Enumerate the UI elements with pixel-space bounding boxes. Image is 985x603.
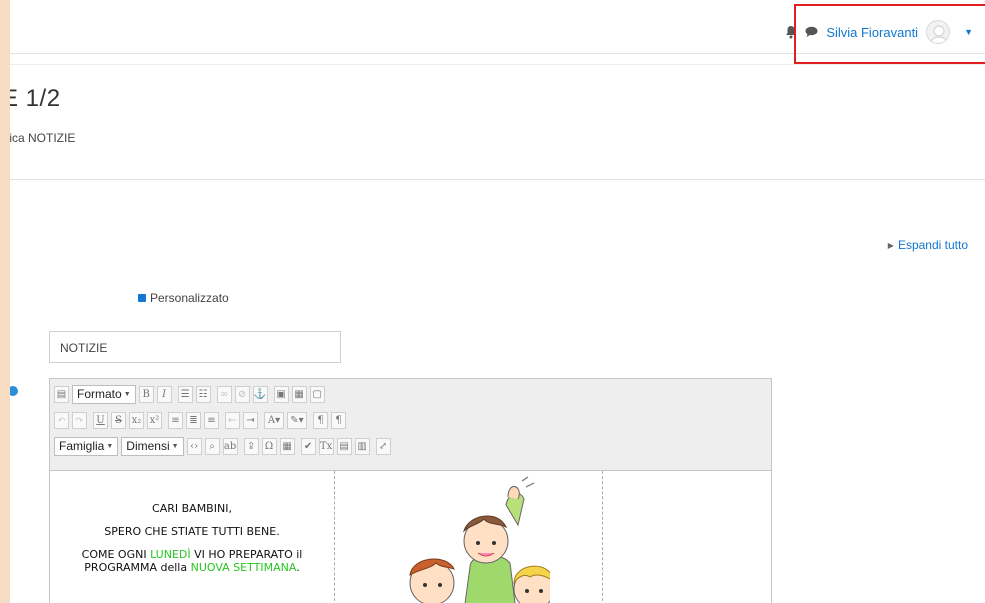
toolbar-toggle-icon[interactable]: ▤	[54, 385, 69, 403]
ltr-icon[interactable]: ¶	[313, 411, 328, 429]
undo-icon[interactable]: ↶	[54, 411, 69, 429]
custom-label: Personalizzato	[150, 291, 229, 305]
link-icon[interactable]: ∞	[216, 385, 232, 403]
manage-files-icon[interactable]: ▢	[309, 385, 325, 403]
bold-button[interactable]: B	[138, 385, 154, 403]
font-size-label: Dimensi	[126, 439, 170, 453]
help-icon[interactable]	[10, 386, 18, 396]
table-icon[interactable]: ▦	[279, 437, 295, 455]
letter-text: CARI BAMBINI, SPERO CHE STIATE TUTTI BEN…	[50, 503, 334, 585]
replace-icon[interactable]: ab	[222, 437, 238, 455]
toolbar-row-3: Famiglia ▼ Dimensi ▼ ‹› ⌕ ab ⇪ Ω ▦ ✔ Tx ▤ …	[54, 435, 767, 457]
anchor-icon[interactable]: ⚓	[252, 385, 268, 403]
media-icon[interactable]: ▦	[291, 385, 307, 403]
background-color-icon[interactable]: ✎▾	[287, 411, 307, 429]
numbered-list-icon[interactable]: ☷	[195, 385, 211, 403]
special-char-icon[interactable]: Ω	[261, 437, 277, 455]
superscript-button[interactable]: x²	[147, 411, 162, 429]
caret-right-icon: ▶	[887, 240, 894, 250]
format-label: Formato	[77, 387, 122, 401]
custom-checkbox[interactable]	[138, 294, 146, 302]
italic-button[interactable]: I	[156, 385, 172, 403]
avatar[interactable]	[926, 20, 951, 44]
letter-line: CARI BAMBINI,	[152, 502, 232, 515]
subscript-button[interactable]: x₂	[129, 411, 144, 429]
user-menu: Silvia Fioravanti ▼	[785, 20, 973, 44]
fullscreen-icon[interactable]: ⤢	[375, 437, 391, 455]
clear-format-icon[interactable]: Tx	[318, 437, 334, 455]
page-title: E 1/2	[10, 85, 61, 112]
toolbar-row-1: ▤ Formato ▼ B I ☰ ☷ ∞ ⊘ ⚓ ▣ ▦ ▢	[54, 383, 767, 405]
format-dropdown[interactable]: Formato ▼	[72, 384, 136, 404]
font-family-label: Famiglia	[59, 439, 105, 453]
section-name-input[interactable]: NOTIZIE	[49, 331, 341, 363]
find-icon[interactable]: ⌕	[204, 437, 220, 455]
top-navbar: Silvia Fioravanti ▼	[10, 8, 985, 54]
chevron-down-icon: ▼	[106, 442, 114, 450]
letter-line: COME OGNI LUNEDÌ VI HO PREPARATO il	[81, 548, 303, 561]
moodle-page: Silvia Fioravanti ▼ E 1/2 fica NOTIZIE ▶…	[10, 0, 985, 603]
chevron-down-icon: ▼	[171, 442, 179, 450]
font-size-dropdown[interactable]: Dimensi ▼	[121, 436, 184, 456]
underline-button[interactable]: U	[93, 411, 108, 429]
chat-icon[interactable]	[805, 26, 818, 38]
code-icon[interactable]: ‹›	[186, 437, 202, 455]
expand-all-link[interactable]: ▶ Espandi tutto	[888, 238, 968, 252]
font-family-dropdown[interactable]: Famiglia ▼	[54, 436, 119, 456]
expand-all-label: Espandi tutto	[897, 238, 968, 252]
rtl-icon[interactable]: ¶	[331, 411, 346, 429]
chevron-down-icon[interactable]: ▼	[964, 27, 973, 37]
redo-icon[interactable]: ↷	[72, 411, 87, 429]
align-left-icon[interactable]: ≡	[168, 411, 183, 429]
letter-line: SPERO CHE STIATE TUTTI BENE.	[104, 525, 280, 538]
table-divider	[334, 471, 335, 603]
font-color-icon[interactable]: A▾	[264, 411, 284, 429]
strikethrough-button[interactable]: S	[111, 411, 126, 429]
clean-icon[interactable]: ✔	[300, 437, 316, 455]
children-illustration	[370, 471, 555, 603]
toolbar-row-2: ↶ ↷ U S x₂ x² ≡ ≣ ≡ ⇤ ⇥ A▾ ✎▾ ¶ ¶	[54, 409, 767, 431]
custom-title-option[interactable]: Personalizzato	[138, 291, 229, 305]
editor-toolbar: ▤ Formato ▼ B I ☰ ☷ ∞ ⊘ ⚓ ▣ ▦ ▢ ↶ ↷ U S …	[50, 379, 771, 471]
indent-icon[interactable]: ⇥	[243, 411, 258, 429]
page-header: E 1/2 fica NOTIZIE	[10, 64, 985, 180]
align-right-icon[interactable]: ≡	[204, 411, 219, 429]
align-center-icon[interactable]: ≣	[186, 411, 201, 429]
html-editor[interactable]: ▤ Formato ▼ B I ☰ ☷ ∞ ⊘ ⚓ ▣ ▦ ▢ ↶ ↷ U S …	[49, 378, 772, 603]
breadcrumb: fica NOTIZIE	[10, 131, 76, 145]
paste-word-icon[interactable]: ▥	[354, 437, 370, 455]
paste-text-icon[interactable]: ▤	[336, 437, 352, 455]
bell-icon[interactable]	[785, 25, 797, 39]
outdent-icon[interactable]: ⇤	[225, 411, 240, 429]
image-icon[interactable]: ▣	[273, 385, 289, 403]
letter-line: PROGRAMMA della NUOVA SETTIMANA.	[84, 561, 300, 574]
upload-icon[interactable]: ⇪	[243, 437, 259, 455]
user-name-link[interactable]: Silvia Fioravanti	[826, 25, 918, 40]
editor-content[interactable]: CARI BAMBINI, SPERO CHE STIATE TUTTI BEN…	[50, 471, 771, 603]
chevron-down-icon: ▼	[123, 390, 131, 398]
unlink-icon[interactable]: ⊘	[234, 385, 250, 403]
bullet-list-icon[interactable]: ☰	[177, 385, 193, 403]
